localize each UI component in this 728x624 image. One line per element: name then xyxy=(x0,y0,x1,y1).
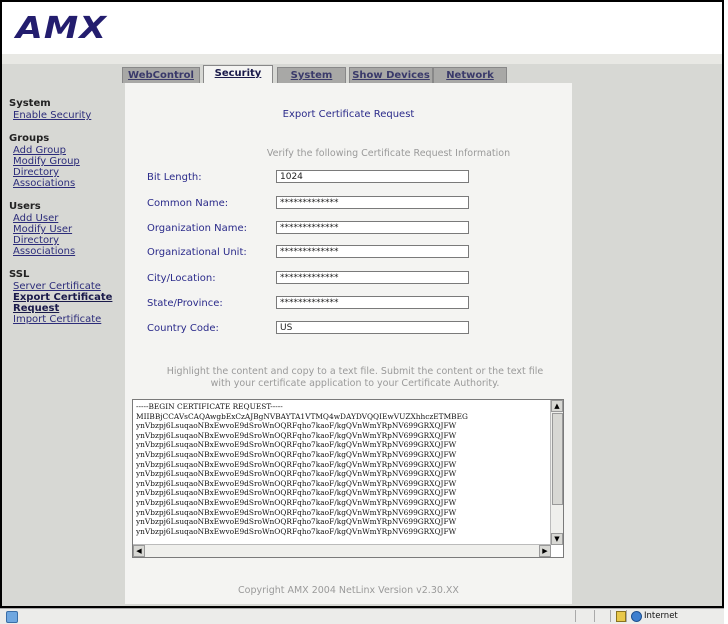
city-location-label: City/Location: xyxy=(147,273,216,284)
sidebar-heading-users: Users xyxy=(9,201,41,212)
scroll-up-icon[interactable]: ▲ xyxy=(551,400,563,412)
lock-icon xyxy=(616,611,626,622)
status-bar: Internet xyxy=(0,608,724,624)
sidebar-item-server-certificate[interactable]: Server Certificate xyxy=(9,281,124,292)
bit-length-label: Bit Length: xyxy=(147,172,202,183)
sidebar-heading-ssl: SSL xyxy=(9,269,30,280)
sidebar-item-export-certificate[interactable]: Export Certificate xyxy=(9,292,124,303)
sidebar-item-group-directory[interactable]: Directory xyxy=(9,167,124,178)
tab-webcontrol[interactable]: WebControl xyxy=(122,67,200,83)
header-bar: AMX xyxy=(2,2,722,54)
sidebar-item-export-certificate-request[interactable]: Request xyxy=(9,303,124,314)
page-icon xyxy=(6,611,18,623)
tab-network[interactable]: Network xyxy=(433,67,507,83)
globe-icon xyxy=(631,611,642,622)
content-panel: Export Certificate Request Verify the fo… xyxy=(125,83,572,604)
organization-name-field[interactable]: ************* xyxy=(276,221,469,234)
sidebar-heading-groups: Groups xyxy=(9,133,50,144)
tab-system[interactable]: System xyxy=(277,67,346,83)
sidebar-item-enable-security[interactable]: Enable Security xyxy=(9,110,124,121)
copy-instructions-line-1: Highlight the content and copy to a text… xyxy=(166,366,544,377)
sidebar-heading-system: System xyxy=(9,98,51,109)
scroll-down-icon[interactable]: ▼ xyxy=(551,533,563,545)
city-location-field[interactable]: ************* xyxy=(276,271,469,284)
status-divider xyxy=(594,610,595,622)
state-province-label: State/Province: xyxy=(147,298,223,309)
certificate-request-textarea[interactable]: -----BEGIN CERTIFICATE REQUEST----- MIIB… xyxy=(132,399,564,558)
bit-length-field[interactable]: 1024 xyxy=(276,170,469,183)
common-name-field[interactable]: ************* xyxy=(276,196,469,209)
sidebar-item-group-associations[interactable]: Associations xyxy=(9,178,124,189)
vertical-scroll-thumb[interactable] xyxy=(552,413,563,505)
certificate-request-text[interactable]: -----BEGIN CERTIFICATE REQUEST----- MIIB… xyxy=(136,402,549,543)
sidebar-item-user-directory[interactable]: Directory xyxy=(9,235,124,246)
status-divider xyxy=(575,610,576,622)
amx-logo: AMX xyxy=(16,11,108,46)
copy-instructions: Highlight the content and copy to a text… xyxy=(145,366,565,390)
sidebar-section-users: Users Add User Modify User Directory Ass… xyxy=(9,201,124,257)
status-divider xyxy=(626,610,627,622)
scroll-left-icon[interactable]: ◀ xyxy=(133,545,145,557)
sidebar-section-system: System Enable Security xyxy=(9,98,124,121)
header-band xyxy=(2,54,722,64)
sidebar-section-ssl: SSL Server Certificate Export Certificat… xyxy=(9,269,124,325)
vertical-scrollbar[interactable]: ▲ ▼ xyxy=(550,400,563,545)
country-code-field[interactable]: US xyxy=(276,321,469,334)
sidebar-item-add-user[interactable]: Add User xyxy=(9,213,124,224)
status-divider xyxy=(610,610,611,622)
tab-security[interactable]: Security xyxy=(203,65,273,83)
horizontal-scrollbar[interactable]: ◀ ▶ xyxy=(133,544,551,557)
organization-name-label: Organization Name: xyxy=(147,223,247,234)
sidebar-item-modify-user[interactable]: Modify User xyxy=(9,224,124,235)
state-province-field[interactable]: ************* xyxy=(276,296,469,309)
tab-show-devices[interactable]: Show Devices xyxy=(349,67,433,83)
verify-instructions: Verify the following Certificate Request… xyxy=(266,148,511,159)
organizational-unit-field[interactable]: ************* xyxy=(276,245,469,258)
sidebar: System Enable Security Groups Add Group … xyxy=(9,98,124,337)
sidebar-section-groups: Groups Add Group Modify Group Directory … xyxy=(9,133,124,189)
sidebar-item-import-certificate[interactable]: Import Certificate xyxy=(9,314,124,325)
organizational-unit-label: Organizational Unit: xyxy=(147,247,247,258)
security-zone-label: Internet xyxy=(644,611,678,621)
scroll-right-icon[interactable]: ▶ xyxy=(539,545,551,557)
page-title: Export Certificate Request xyxy=(282,109,415,120)
common-name-label: Common Name: xyxy=(147,198,229,209)
country-code-label: Country Code: xyxy=(147,323,219,334)
copyright-footer: Copyright AMX 2004 NetLinx Version v2.30… xyxy=(238,585,459,596)
browser-window: AMX WebControl Security System Show Devi… xyxy=(0,0,724,608)
sidebar-item-user-associations[interactable]: Associations xyxy=(9,246,124,257)
sidebar-item-modify-group[interactable]: Modify Group xyxy=(9,156,124,167)
copy-instructions-line-2: with your certificate application to you… xyxy=(210,378,500,389)
sidebar-item-add-group[interactable]: Add Group xyxy=(9,145,124,156)
